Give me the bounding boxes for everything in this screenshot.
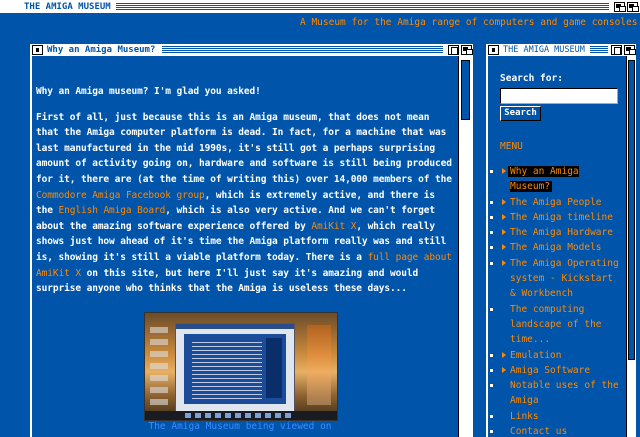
menu-item-amiga-os[interactable]: The Amiga Operating system - Kickstart &… (488, 256, 624, 302)
search-input[interactable] (500, 88, 618, 104)
para-text-e: on this site, but here I'll just say it'… (36, 267, 419, 295)
menu-item-amiga-models[interactable]: The Amiga Models (488, 240, 624, 255)
side-window-close-icon[interactable] (488, 45, 499, 55)
side-window-title: THE AMIGA MUSEUM (500, 44, 588, 56)
amikit-screenshot-image[interactable] (144, 312, 338, 421)
screenshot-right-panel (307, 325, 331, 405)
screenshot-window-bar (176, 324, 294, 329)
side-window-title-bar[interactable]: THE AMIGA MUSEUM (486, 44, 636, 56)
bullet-icon (490, 200, 493, 204)
article-heading: Why an Amiga museum? I'm glad you asked! (36, 86, 261, 97)
bullet-icon (490, 261, 493, 265)
menu-item-label: The Amiga Models (510, 242, 602, 254)
menu-item-amiga-software[interactable]: Amiga Software (488, 363, 624, 378)
main-window-title-bar[interactable]: Why an Amiga Museum? (30, 44, 473, 56)
side-window-depth-icon[interactable] (624, 45, 636, 55)
facebook-group-link[interactable]: Commodore Amiga Facebook group (36, 190, 205, 201)
screenshot-taskbar (145, 411, 337, 420)
bullet-icon (490, 430, 493, 434)
menu-title: MENU (500, 141, 523, 152)
bullet-icon (490, 414, 493, 418)
side-title-stripes (589, 46, 608, 54)
para-text-a: First of all, just because this is an Am… (36, 111, 452, 185)
bullet-icon (490, 215, 493, 219)
english-amiga-board-link[interactable]: English Amiga Board (58, 205, 165, 216)
arrow-right-icon (502, 244, 506, 251)
menu-item-notable-uses[interactable]: Notable uses of the Amiga (488, 378, 624, 409)
menu-item-links[interactable]: Links (488, 409, 624, 424)
screenshot-browser-window (175, 323, 295, 413)
menu-item-label: Why an Amiga Museum? (508, 166, 579, 193)
menu-item-label: The Amiga Hardware (510, 227, 613, 239)
bullet-icon (490, 384, 493, 388)
title-bar-stripes (115, 2, 609, 11)
menu-item-amiga-timeline[interactable]: The Amiga timeline (488, 210, 624, 225)
amikit-link[interactable]: AmiKit X (311, 221, 356, 232)
bullet-icon (490, 170, 493, 173)
arrow-right-icon (502, 259, 506, 266)
screen-title: THE AMIGA MUSEUM (0, 0, 114, 13)
menu-item-label: The Amiga People (510, 196, 602, 208)
main-title-stripes (162, 46, 443, 54)
bullet-icon (490, 368, 493, 372)
site-tagline: A Museum for the Amiga range of computer… (300, 17, 640, 28)
menu-item-contact-us[interactable]: Contact us (488, 424, 624, 437)
search-button[interactable]: Search (500, 106, 541, 121)
menu-item-label: The computing landscape of the time... (510, 303, 602, 346)
side-scroll-knob[interactable] (628, 60, 635, 360)
menu-item-label: The Amiga Operating system - Kickstart &… (510, 257, 619, 300)
menu-item-computing-landscape[interactable]: The computing landscape of the time... (488, 302, 624, 348)
main-window-depth-icon[interactable] (461, 45, 473, 55)
screen-depth-gadget-2-icon[interactable] (627, 1, 639, 12)
side-window-zoom-icon[interactable] (611, 45, 622, 55)
arrow-right-icon (502, 366, 506, 373)
menu-item-amiga-hardware[interactable]: The Amiga Hardware (488, 225, 624, 240)
menu-item-why-amiga-museum[interactable]: Why an Amiga Museum? (488, 164, 624, 195)
main-window-title: Why an Amiga Museum? (44, 44, 159, 56)
menu-item-label: Notable uses of the Amiga (510, 380, 619, 407)
menu-item-label: Amiga Software (510, 364, 591, 376)
article-paragraph: First of all, just because this is an Am… (36, 110, 456, 297)
bullet-icon (490, 246, 493, 250)
bullet-icon (490, 231, 493, 235)
menu-item-amiga-people[interactable]: The Amiga People (488, 195, 624, 210)
search-label: Search for: (500, 73, 563, 84)
menu-item-label: The Amiga timeline (510, 211, 613, 223)
side-window-scrollbar[interactable] (626, 56, 636, 437)
article-body: Why an Amiga museum? I'm glad you asked!… (36, 84, 456, 307)
main-window-close-icon[interactable] (32, 45, 43, 55)
arrow-right-icon (502, 168, 506, 174)
main-window-scrollbar[interactable] (458, 56, 472, 437)
menu-item-label: Emulation (510, 349, 562, 361)
menu-item-label: Links (510, 410, 539, 422)
bullet-icon (490, 353, 493, 357)
arrow-right-icon (502, 198, 506, 205)
bullet-icon (490, 307, 493, 311)
arrow-right-icon (502, 351, 506, 358)
screen-title-bar: THE AMIGA MUSEUM (0, 0, 640, 13)
menu-item-label: Contact us (510, 426, 568, 437)
image-caption: The Amiga Museum being viewed on (148, 421, 332, 432)
screenshot-desktop-icons (150, 327, 168, 407)
main-scroll-knob[interactable] (461, 60, 470, 120)
arrow-right-icon (502, 229, 506, 236)
screen-depth-gadget-icon[interactable] (614, 1, 626, 12)
screenshot-window-body (184, 334, 286, 404)
main-window-zoom-icon[interactable] (448, 45, 459, 55)
arrow-right-icon (502, 213, 506, 220)
side-menu: Why an Amiga Museum? The Amiga People Th… (488, 164, 624, 437)
menu-item-emulation[interactable]: Emulation (488, 348, 624, 363)
